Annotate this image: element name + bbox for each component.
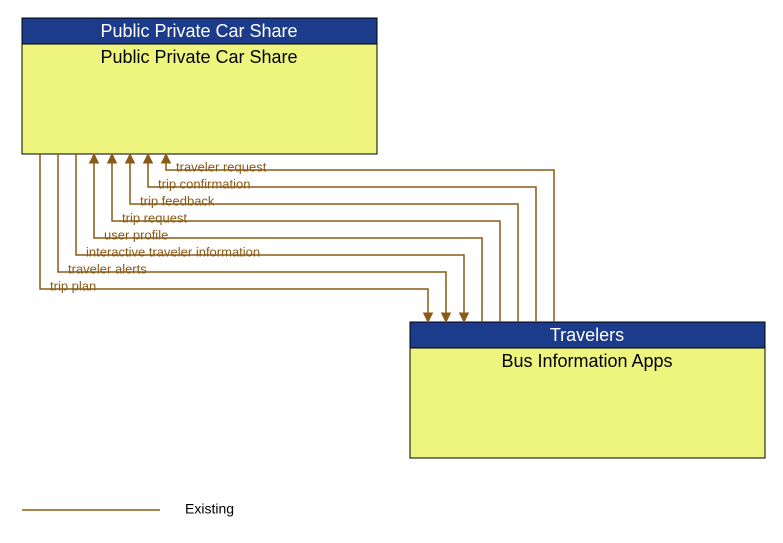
box-b-title: Bus Information Apps — [501, 351, 672, 371]
flow-label: traveler request — [176, 159, 267, 174]
box-b-header: Travelers — [550, 325, 624, 345]
flow-label: trip plan — [50, 278, 96, 293]
box-travelers-bus-apps: Travelers Bus Information Apps — [410, 322, 765, 458]
flow-label: trip request — [122, 210, 187, 225]
flow-label: trip feedback — [140, 193, 215, 208]
legend-existing-label: Existing — [185, 501, 234, 517]
legend: Existing — [22, 501, 234, 517]
flow-label: user profile — [104, 227, 168, 242]
box-public-private-car-share: Public Private Car Share Public Private … — [22, 18, 377, 154]
flow-label: trip confirmation — [158, 176, 250, 191]
box-a-title: Public Private Car Share — [100, 47, 297, 67]
box-a-header: Public Private Car Share — [100, 21, 297, 41]
flow-label: traveler alerts — [68, 261, 147, 276]
flow-label: interactive traveler information — [86, 244, 260, 259]
flows: traveler request trip confirmation trip fe… — [40, 154, 554, 322]
architecture-diagram: Public Private Car Share Public Private … — [0, 0, 783, 543]
